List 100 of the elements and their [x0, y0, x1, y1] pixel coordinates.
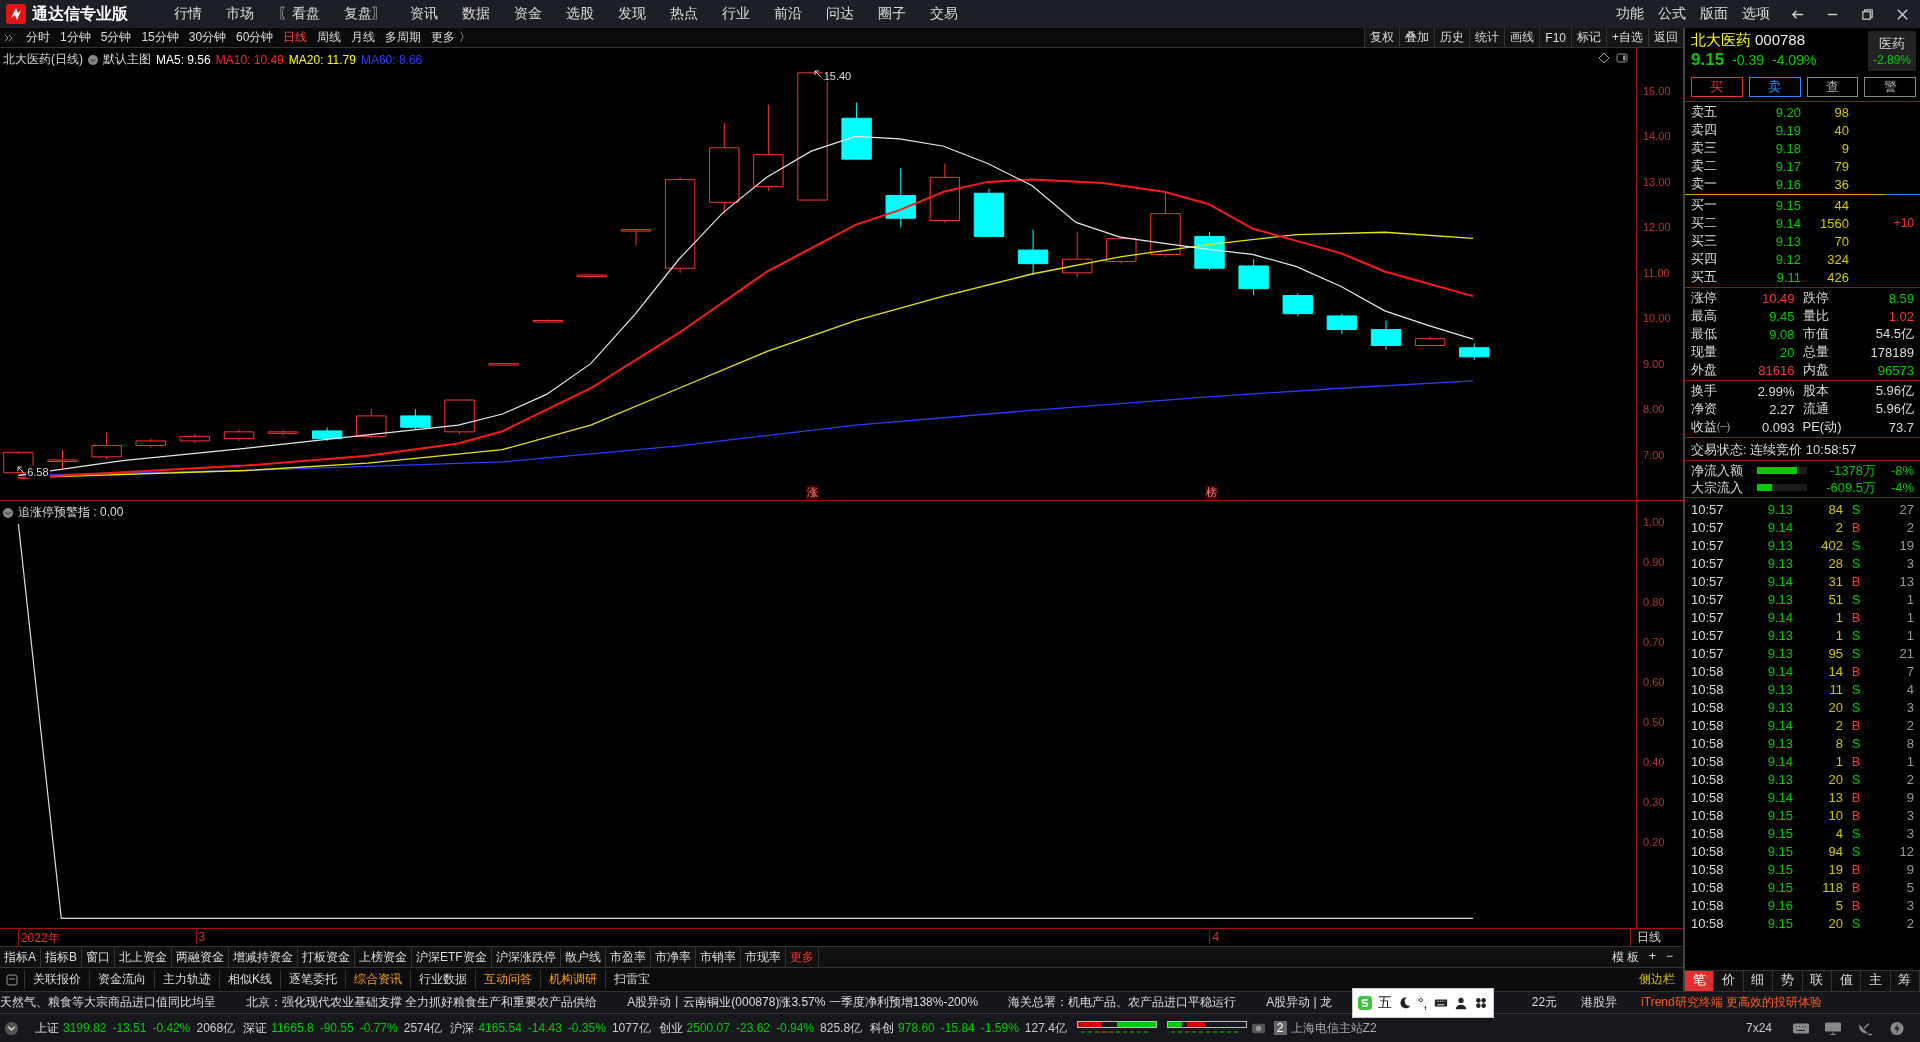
chart-tool-button[interactable]: F10 — [1539, 28, 1571, 47]
news-ticker-item[interactable]: iTrend研究终端 更高效的投研体验 — [1641, 994, 1822, 1011]
trade-action-button[interactable]: 买 — [1691, 77, 1743, 97]
server-name[interactable]: 上海电信主站Z2 — [1290, 1019, 1377, 1037]
template-control[interactable]: − — [1666, 948, 1673, 966]
period-tab[interactable]: 15分钟 — [136, 29, 184, 46]
news-ticker-item[interactable]: A股异动 | 龙 — [1266, 994, 1332, 1011]
index-name[interactable]: 上证 — [35, 1019, 59, 1037]
indicator-tab[interactable]: 市净率 — [650, 947, 696, 967]
trade-action-button[interactable]: 查 — [1806, 77, 1859, 97]
monitor-icon[interactable] — [1824, 1020, 1842, 1036]
indicator-tab[interactable]: 打板资金 — [298, 947, 356, 967]
menu-item[interactable]: 版面 — [1700, 5, 1728, 23]
chart-tool-button[interactable]: 复权 — [1364, 28, 1400, 47]
indicator-tab[interactable]: 散户线 — [560, 947, 606, 967]
menu-item[interactable]: 功能 — [1616, 5, 1644, 23]
menu-item[interactable]: 选股 — [554, 5, 606, 23]
news-ticker-item[interactable]: 北京：强化现代农业基础支撑 全力抓好粮食生产和重要农产品供给 — [246, 994, 598, 1011]
lightning-icon[interactable] — [1888, 1020, 1906, 1036]
chart-tool-button[interactable]: 标记 — [1571, 28, 1606, 47]
period-tab[interactable]: 30分钟 — [183, 29, 232, 46]
indicator-tab[interactable]: 市销率 — [695, 947, 741, 967]
menu-item[interactable]: 资金 — [502, 5, 554, 23]
info-tab[interactable]: 机构调研 — [540, 970, 605, 989]
person-icon[interactable] — [1453, 996, 1468, 1010]
news-ticker-item[interactable]: 海关总署：机电产品、农产品进口平稳运行 — [1008, 994, 1237, 1011]
dropdown-icon[interactable] — [88, 54, 98, 65]
panel-tab[interactable]: 细 — [1743, 971, 1774, 991]
news-ticker-item[interactable]: 天然气、粮食等大宗商品进口值同比均呈 — [0, 994, 216, 1011]
news-mode-label[interactable]: 7x24 — [1745, 1021, 1772, 1035]
indicator-tab[interactable]: 两融资金 — [172, 947, 230, 967]
indicator-tab[interactable]: 上榜资金 — [355, 947, 413, 967]
indicator-tab[interactable]: 指标A — [0, 947, 41, 967]
diamond-icon[interactable] — [1598, 52, 1610, 64]
menu-item[interactable]: 行业 — [710, 5, 762, 23]
info-tab[interactable]: 主力轨迹 — [154, 970, 219, 989]
menu-item[interactable]: 资讯 — [398, 5, 450, 23]
menu-item[interactable]: 圈子 — [866, 5, 918, 23]
chart-tool-button[interactable]: 历史 — [1434, 28, 1470, 47]
indicator-tab[interactable]: 沪深涨跌停 — [491, 947, 561, 967]
period-tab[interactable]: 1分钟 — [55, 29, 96, 46]
menu-item[interactable]: 行情 — [162, 5, 214, 23]
index-name[interactable]: 深证 — [243, 1019, 268, 1037]
menu-item[interactable]: 数据 — [450, 5, 502, 23]
indicator-tab[interactable]: 北上资金 — [115, 947, 173, 967]
trade-action-button[interactable]: 卖 — [1748, 77, 1801, 97]
period-tab[interactable]: 周线 — [312, 29, 347, 46]
chart-tool-button[interactable]: 画线 — [1504, 28, 1540, 47]
panel-tab[interactable]: 联 — [1802, 971, 1832, 991]
menu-item[interactable]: 发现 — [606, 5, 658, 23]
indicator-tab[interactable]: 市盈率 — [605, 947, 651, 967]
menu-item[interactable]: 市场 — [214, 5, 266, 23]
indicator-tab[interactable]: 指标B — [41, 947, 83, 967]
satellite-dish-icon[interactable] — [1856, 1020, 1874, 1036]
indicator-tab[interactable]: 更多 — [785, 947, 819, 967]
sidebar-toggle[interactable]: 侧边栏 — [1639, 971, 1683, 988]
ime-punctuation[interactable]: °, — [1418, 995, 1428, 1011]
template-label[interactable]: 默认主图 — [103, 51, 151, 68]
ime-mode[interactable]: 五 — [1378, 994, 1392, 1012]
panel-icon[interactable] — [6, 973, 18, 986]
indicator-tab[interactable]: 市现率 — [740, 947, 786, 967]
info-tab[interactable]: 综合资讯 — [345, 970, 410, 989]
menu-item[interactable]: 前沿 — [762, 5, 814, 23]
moon-icon[interactable] — [1398, 996, 1412, 1010]
news-ticker-item[interactable]: 22元 — [1531, 994, 1558, 1011]
menu-item[interactable]: 选项 — [1742, 5, 1770, 23]
info-tab[interactable]: 相似K线 — [219, 970, 280, 989]
index-name[interactable]: 沪深 — [450, 1019, 475, 1037]
menu-item[interactable]: 交易 — [918, 5, 970, 23]
info-tab[interactable]: 扫雷宝 — [605, 970, 658, 989]
panel-tab[interactable]: 值 — [1831, 971, 1862, 991]
event-marker[interactable]: 涨 — [806, 485, 820, 500]
dropdown-icon[interactable] — [3, 507, 13, 518]
panel-tab[interactable]: 价 — [1714, 971, 1744, 991]
menu-item[interactable]: 公式 — [1658, 5, 1686, 23]
index-name[interactable]: 创业 — [658, 1019, 683, 1037]
period-tab[interactable]: 60分钟 — [231, 29, 279, 46]
restore-icon[interactable] — [1860, 6, 1875, 22]
chart-tool-button[interactable]: 返回 — [1648, 28, 1683, 47]
news-ticker-item[interactable]: A股异动丨云南铜业(000878)涨3.57% 一季度净利预增138%-200% — [627, 994, 979, 1011]
chart-tool-button[interactable]: +自选 — [1606, 28, 1648, 47]
info-tab[interactable]: 关联报价 — [24, 970, 89, 989]
indicator-tab[interactable]: 沪深ETF资金 — [412, 947, 492, 967]
panel-toggle-icon[interactable] — [1616, 52, 1628, 64]
trade-action-button[interactable]: 警 — [1864, 77, 1916, 97]
panel-tab[interactable]: 主 — [1861, 971, 1891, 991]
chart-tool-button[interactable]: 叠加 — [1399, 28, 1435, 47]
info-tab[interactable]: 逐笔委托 — [280, 970, 345, 989]
grid-icon[interactable] — [1473, 996, 1488, 1010]
period-tab[interactable]: 日线 — [278, 29, 313, 46]
indicator-tab[interactable]: 增减持资金 — [229, 947, 299, 967]
indicator-tab[interactable]: 窗口 — [82, 947, 116, 967]
template-control[interactable]: + — [1648, 948, 1656, 966]
period-tab[interactable]: 更多 〉 — [426, 29, 476, 46]
panel-tab[interactable]: 笔 — [1685, 971, 1715, 991]
panel-tab[interactable]: 势 — [1773, 971, 1803, 991]
info-tab[interactable]: 行业数据 — [410, 970, 475, 989]
info-tab[interactable]: 资金流向 — [89, 970, 154, 989]
template-control[interactable]: 模 板 — [1611, 948, 1639, 966]
menu-item[interactable]: 问达 — [814, 5, 866, 23]
